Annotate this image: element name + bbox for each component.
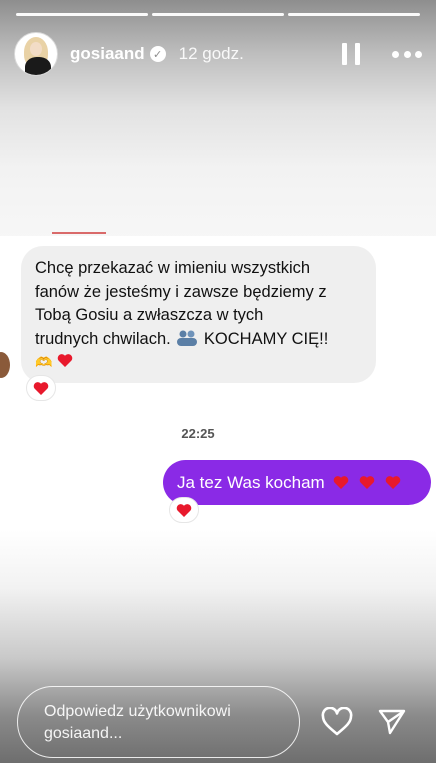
message-line: fanów że jesteśmy i zawsze będziemy z [35,282,327,301]
progress-segment [288,13,420,16]
more-options-icon[interactable] [392,48,422,60]
story-progress-bar [16,13,420,16]
incoming-message-bubble: Chcę przekazać w imieniu wszystkich fanó… [21,246,376,383]
progress-segment [16,13,148,16]
message-line: trudnych chwilach. KOCHAMY CIĘ!! [35,328,362,352]
story-header: gosiaand ✓ 12 godz. [14,30,422,78]
message-line: Chcę przekazać w imieniu wszystkich [35,259,311,277]
message-reaction-heart-icon [169,497,199,523]
message-timestamp: 22:25 [181,426,215,441]
message-line: 🫶 [35,351,362,375]
heart-emoji-icon [57,353,73,368]
message-line: Tobą Gosiu a zwłaszcza w tych [35,306,264,324]
outgoing-message-bubble: Ja tez Was kocham [163,460,431,505]
reply-input[interactable]: Odpowiedz użytkownikowi gosiaand... [17,686,300,758]
heart-emoji-icon [333,475,349,490]
progress-segment [152,13,284,16]
message-text: trudnych chwilach. [35,329,171,348]
heart-emoji-icon [385,475,401,490]
reply-placeholder: Odpowiedz użytkownikowi [44,703,231,720]
send-icon[interactable] [377,707,407,737]
story-time-ago: 12 godz. [178,44,244,63]
people-emoji-icon [175,329,199,347]
cropped-divider [52,232,106,234]
heart-hands-emoji-icon: 🫶 [35,354,53,370]
profile-avatar[interactable] [14,32,58,76]
heart-emoji-icon [359,475,375,490]
verified-badge-icon: ✓ [149,46,166,62]
username[interactable]: gosiaand [70,44,145,64]
reply-placeholder: gosiaand... [44,725,123,742]
pause-icon[interactable] [342,43,360,65]
message-text: Ja tez Was kocham [177,472,325,492]
heart-outline-icon[interactable] [320,706,354,737]
message-reaction-heart-icon [26,375,56,401]
message-text: KOCHAMY CIĘ!! [203,329,329,348]
